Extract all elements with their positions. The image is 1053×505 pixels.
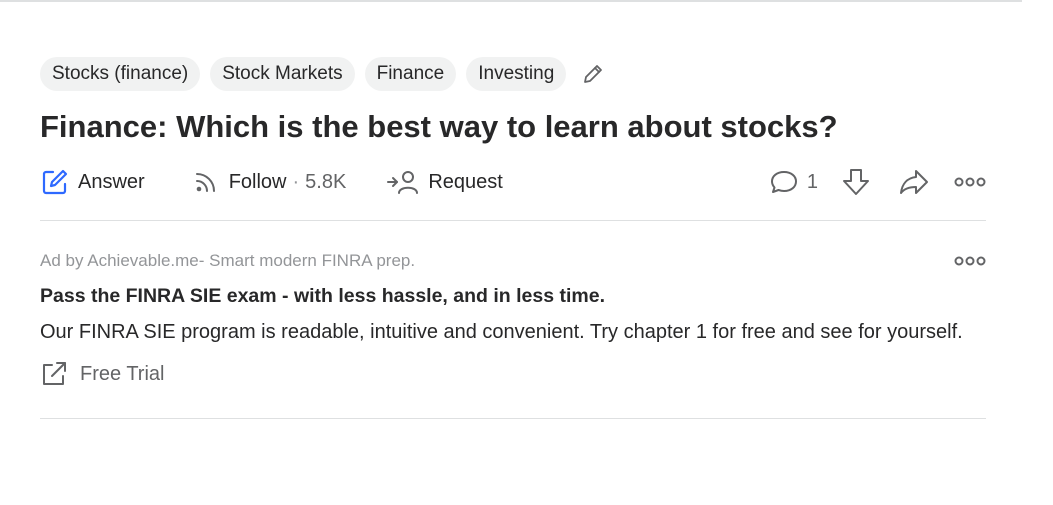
- request-button[interactable]: Request: [386, 167, 503, 197]
- share-icon[interactable]: [898, 166, 930, 198]
- divider: [40, 418, 986, 419]
- ad-sponsor[interactable]: Ad by Achievable.me- Smart modern FINRA …: [40, 251, 986, 271]
- follow-button[interactable]: Follow · 5.8K: [191, 167, 347, 197]
- ad-body: Our FINRA SIE program is readable, intui…: [40, 321, 963, 343]
- comment-count: 1: [806, 170, 818, 193]
- follow-count: 5.8K: [305, 170, 347, 193]
- cta-label: Free Trial: [80, 362, 165, 385]
- question-actions: Answer Follow · 5.8K Request 1: [40, 162, 986, 202]
- secondary-actions: 1: [769, 166, 986, 198]
- comment-button[interactable]: 1: [769, 167, 818, 197]
- answer-label: Answer: [78, 170, 145, 193]
- topic-list: Stocks (finance) Stock Markets Finance I…: [40, 56, 986, 92]
- follow-rss-icon: [191, 167, 221, 197]
- comment-icon: [769, 167, 799, 197]
- request-person-icon: [386, 167, 420, 197]
- question-card: Stocks (finance) Stock Markets Finance I…: [40, 56, 986, 419]
- more-options-icon[interactable]: [954, 175, 986, 189]
- ad-headline[interactable]: Pass the FINRA SIE exam - with less hass…: [40, 285, 986, 308]
- downvote-icon[interactable]: [840, 166, 872, 198]
- follow-label: Follow: [228, 170, 287, 193]
- answer-pencil-icon: [40, 167, 70, 197]
- free-trial-link[interactable]: Free Trial: [40, 360, 180, 388]
- topic-tag[interactable]: Investing: [466, 57, 567, 91]
- topic-tag[interactable]: Finance: [364, 57, 457, 91]
- edit-pencil-icon[interactable]: [580, 61, 606, 87]
- topic-tag[interactable]: Stocks (finance): [40, 57, 201, 91]
- ad-more-options-icon[interactable]: [954, 254, 986, 273]
- answer-button[interactable]: Answer: [40, 167, 145, 197]
- follow-separator: ·: [292, 170, 300, 193]
- topic-tag[interactable]: Stock Markets: [210, 57, 355, 91]
- external-link-icon: [40, 360, 68, 388]
- sponsored-ad: Ad by Achievable.me- Smart modern FINRA …: [40, 221, 986, 388]
- top-border: [0, 0, 1022, 2]
- question-title[interactable]: Finance: Which is the best way to learn …: [40, 108, 986, 146]
- request-label: Request: [428, 170, 503, 193]
